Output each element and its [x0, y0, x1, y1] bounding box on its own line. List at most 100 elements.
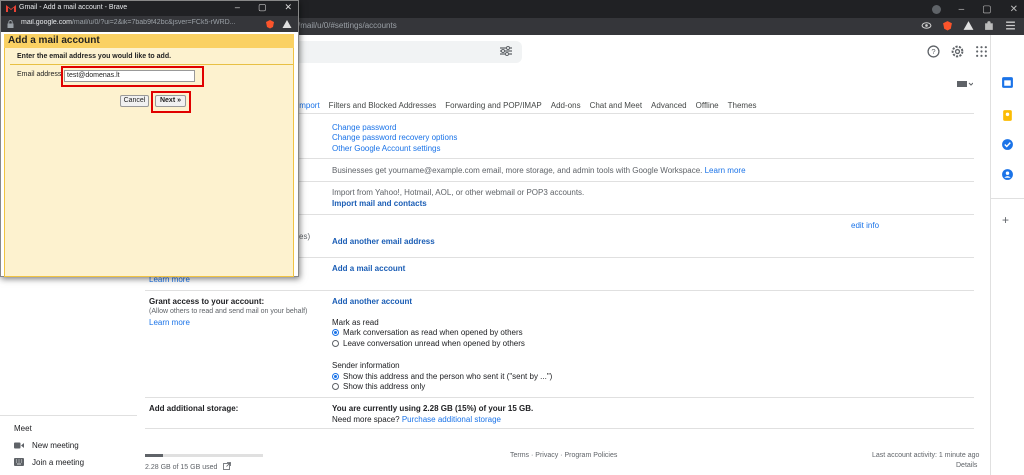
leave-unread-label: Leave conversation unread when opened by…: [343, 339, 525, 348]
workspace-learn-more-link[interactable]: Learn more: [705, 166, 746, 175]
profile-icon[interactable]: [931, 4, 941, 14]
new-meeting-item[interactable]: New meeting: [14, 441, 79, 450]
highlight-box: [61, 66, 204, 87]
window-controls: – ▢ ✕: [931, 0, 1018, 18]
video-camera-icon: [14, 442, 24, 449]
menu-icon[interactable]: [1005, 20, 1016, 31]
leave-unread-option[interactable]: Leave conversation unread when opened by…: [332, 339, 525, 348]
popup-close-icon[interactable]: ✕: [284, 2, 292, 13]
popup-window-title: Gmail - Add a mail account - Brave: [19, 4, 128, 11]
lock-icon: [7, 20, 14, 28]
import-text: Import from Yahoo!, Hotmail, AOL, or oth…: [332, 188, 585, 197]
popup-address-bar[interactable]: mail.google.com/mail/u/0/?ui=2&ik=7bab9f…: [1, 16, 298, 32]
highlight-box: [151, 91, 191, 113]
grant-access-label: Grant access to your account:: [149, 297, 265, 306]
add-mail-account-popup: Gmail - Add a mail account - Brave – ▢ ✕…: [0, 0, 299, 277]
popup-url-host: mail.google.com: [21, 19, 72, 26]
divider: [145, 397, 974, 398]
details-link[interactable]: Details: [956, 462, 977, 469]
storage-progress-fill: [145, 454, 163, 457]
popup-maximize-icon[interactable]: ▢: [258, 2, 267, 13]
url-text[interactable]: /mail/u/0/#settings/accounts: [298, 21, 397, 30]
tab-chat-meet[interactable]: Chat and Meet: [590, 101, 642, 110]
storage-usage-text: You are currently using 2.28 GB (15%) of…: [332, 404, 534, 413]
storage-need-text: Need more space? Purchase additional sto…: [332, 415, 501, 424]
divider: [145, 290, 974, 291]
tab-offline[interactable]: Offline: [696, 101, 719, 110]
popup-title-bar: Gmail - Add a mail account - Brave – ▢ ✕: [1, 1, 298, 16]
tab-import[interactable]: Import: [297, 101, 320, 110]
join-meeting-item[interactable]: Join a meeting: [14, 458, 84, 467]
mark-as-read-heading: Mark as read: [332, 318, 379, 327]
show-sent-by-option[interactable]: Show this address and the person who sen…: [332, 372, 552, 381]
contacts-icon[interactable]: [1001, 168, 1014, 181]
tab-themes[interactable]: Themes: [728, 101, 757, 110]
tab-addons[interactable]: Add-ons: [551, 101, 581, 110]
storage-progress-bar: [145, 454, 263, 457]
need-space-text: Need more space?: [332, 415, 400, 424]
mark-read-option[interactable]: Mark conversation as read when opened by…: [332, 328, 523, 337]
svg-text:?: ?: [931, 47, 935, 56]
popup-minimize-icon[interactable]: –: [235, 2, 240, 13]
meet-divider: [0, 415, 137, 416]
partial-label-text: es): [299, 232, 311, 241]
gmail-logo-icon: [6, 5, 16, 12]
extension-icon[interactable]: [984, 20, 995, 31]
radio-unselected-icon[interactable]: [332, 340, 339, 347]
popup-instructions: Enter the email address you would like t…: [17, 53, 172, 60]
storage-used-label: 2.28 GB of 15 GB used: [145, 464, 218, 471]
calendar-icon[interactable]: [1001, 76, 1014, 89]
storage-label: Add additional storage:: [149, 404, 239, 413]
add-another-account-link[interactable]: Add another account: [332, 297, 412, 306]
workspace-text: Businesses get yourname@example.com emai…: [332, 166, 746, 175]
input-tools-icon[interactable]: [957, 81, 973, 87]
radio-selected-icon[interactable]: [332, 373, 339, 380]
open-external-icon[interactable]: [223, 462, 232, 470]
meet-title: Meet: [14, 424, 32, 433]
sender-info-heading: Sender information: [332, 361, 400, 370]
add-mail-account-link[interactable]: Add a mail account: [332, 264, 405, 273]
tab-advanced[interactable]: Advanced: [651, 101, 687, 110]
mark-read-label: Mark conversation as read when opened by…: [343, 328, 523, 337]
tasks-icon[interactable]: [1001, 138, 1014, 151]
add-email-link[interactable]: Add another email address: [332, 237, 435, 246]
search-options-icon[interactable]: [499, 46, 513, 56]
new-meeting-label: New meeting: [32, 441, 79, 450]
cancel-button[interactable]: Cancel: [120, 95, 149, 107]
tab-filters[interactable]: Filters and Blocked Addresses: [329, 101, 437, 110]
help-icon[interactable]: ?: [927, 45, 940, 58]
apps-grid-icon[interactable]: [975, 45, 988, 58]
add-addon-icon[interactable]: +: [1002, 213, 1009, 227]
storage-used-text: 2.28 GB of 15 GB used: [145, 462, 232, 471]
brave-rewards-icon[interactable]: [963, 20, 974, 31]
footer-links[interactable]: Terms · Privacy · Program Policies: [510, 452, 617, 459]
side-panel: +: [990, 35, 1024, 475]
workspace-description: Businesses get yourname@example.com emai…: [332, 166, 703, 175]
brave-shield-icon[interactable]: [265, 19, 275, 29]
popup-url-path: /mail/u/0/?ui=2&ik=7bab9f42bc&jsver=FCk5…: [71, 19, 236, 26]
show-sent-by-label: Show this address and the person who sen…: [343, 372, 553, 381]
radio-selected-icon[interactable]: [332, 329, 339, 336]
settings-gear-icon[interactable]: [951, 45, 964, 58]
rail-divider: [991, 198, 1024, 199]
tab-forwarding[interactable]: Forwarding and POP/IMAP: [445, 101, 541, 110]
brave-shield-icon[interactable]: [942, 20, 953, 31]
edit-info-link[interactable]: edit info: [851, 221, 879, 230]
other-settings-link[interactable]: Other Google Account settings: [332, 144, 441, 153]
grant-learn-more-link[interactable]: Learn more: [149, 318, 190, 327]
keep-icon[interactable]: [1001, 109, 1014, 122]
popup-divider: [10, 64, 293, 65]
minimize-icon[interactable]: –: [959, 4, 965, 15]
change-recovery-link[interactable]: Change password recovery options: [332, 133, 457, 142]
brave-rewards-icon[interactable]: [282, 19, 292, 29]
last-activity-text: Last account activity: 1 minute ago: [872, 452, 980, 459]
close-icon[interactable]: ✕: [1010, 4, 1018, 15]
maximize-icon[interactable]: ▢: [982, 4, 991, 15]
radio-unselected-icon[interactable]: [332, 383, 339, 390]
show-address-only-option[interactable]: Show this address only: [332, 382, 425, 391]
change-password-link[interactable]: Change password: [332, 123, 396, 132]
eye-icon[interactable]: [921, 20, 932, 31]
popup-url[interactable]: mail.google.com/mail/u/0/?ui=2&ik=7bab9f…: [21, 19, 257, 26]
import-mail-link[interactable]: Import mail and contacts: [332, 199, 427, 208]
purchase-storage-link[interactable]: Purchase additional storage: [402, 415, 501, 424]
